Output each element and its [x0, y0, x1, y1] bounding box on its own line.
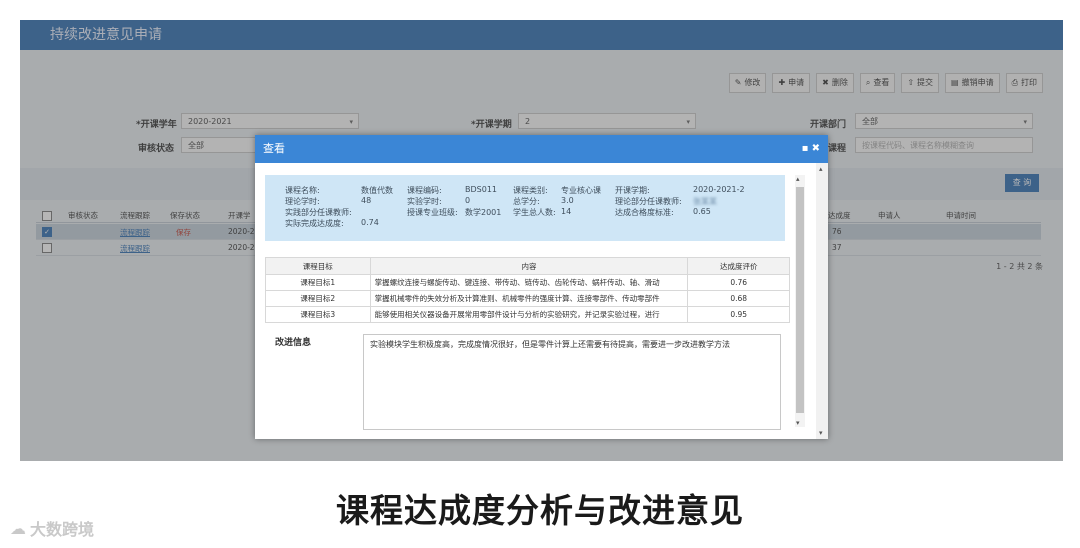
course-info-panel: 课程名称: 数值代数 课程编码: BDS011 课程类别: 专业核心课 开课学期… — [265, 175, 785, 241]
table-header-row: 课程目标 内容 达成度评价 — [265, 257, 790, 275]
improve-label: 改进信息 — [275, 338, 312, 348]
watermark: ☁ 大数跨境 — [10, 518, 95, 540]
watermark-logo-icon: ☁ — [10, 518, 26, 538]
inner-scrollbar[interactable]: ▴ ▾ — [795, 175, 805, 427]
scroll-thumb[interactable] — [796, 187, 804, 413]
scroll-up-icon[interactable]: ▴ — [796, 175, 800, 183]
improve-textarea[interactable]: 实验模块学生积极度高，完成度情况很好，但是零件计算上还需要有待提高，需要进一步改… — [363, 334, 781, 430]
scroll-down-icon[interactable]: ▾ — [819, 429, 823, 437]
table-row: 课程目标2 掌握机械零件的失效分析及计算准则、机械零件的强度计算、连接零部件、传… — [265, 290, 790, 307]
dialog-title-bar: 查看 ▪ ✖ — [255, 135, 828, 163]
dialog-title: 查看 — [263, 142, 285, 155]
view-dialog: 查看 ▪ ✖ 课程名称: 数值代数 课程编码: BDS011 课程类别: 专业核… — [255, 135, 828, 439]
app-screenshot: 持续改进意见申请 ✎ 修改 ✚ 申请 ✖ 删除 ⌕ 查看 ⇧ 提交 ▤ 撤销申请 ⎙ 打印 *… — [20, 20, 1063, 461]
dialog-window-controls[interactable]: ▪ ✖ — [802, 135, 820, 163]
dialog-scrollbar[interactable]: ▴ ▾ — [816, 163, 828, 439]
scroll-up-icon[interactable]: ▴ — [819, 165, 823, 173]
scroll-down-icon[interactable]: ▾ — [796, 419, 800, 427]
course-goal-table: 课程目标 内容 达成度评价 课程目标1 掌握螺纹连接与螺旋传动、键连接、带传动、… — [265, 257, 790, 323]
caption-text: 课程达成度分析与改进意见 — [336, 491, 744, 530]
table-row: 课程目标1 掌握螺纹连接与螺旋传动、键连接、带传动、链传动、齿轮传动、蜗杆传动、… — [265, 274, 790, 291]
table-row: 课程目标3 能够使用相关仪器设备开展常用零部件设计与分析的实验研究，并记录实验过… — [265, 306, 790, 323]
